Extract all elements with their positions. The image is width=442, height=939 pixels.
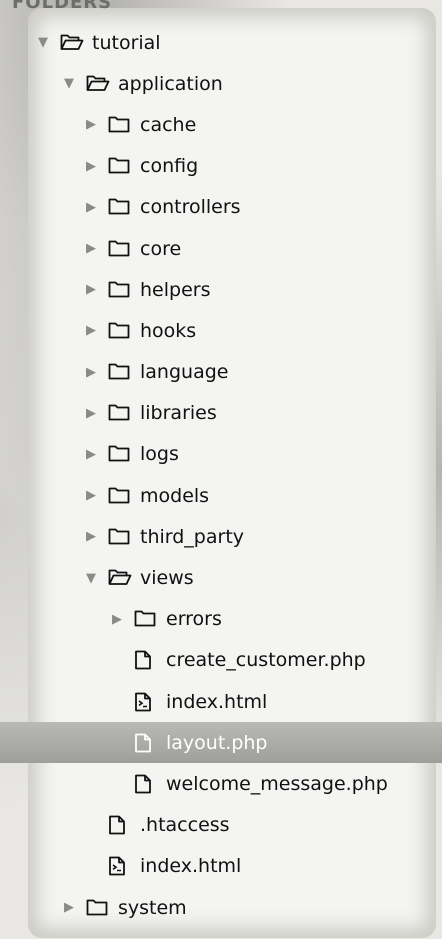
tree-item-label: config: [140, 155, 199, 178]
disclosure-collapsed-icon[interactable]: ▶: [84, 406, 98, 421]
tree-item-label: models: [140, 484, 210, 507]
tree-item-label: index.html: [166, 690, 268, 713]
tree-item-label: cache: [140, 113, 197, 136]
folder-icon: [108, 321, 130, 341]
tree-item-application[interactable]: ▼ application: [0, 63, 442, 104]
disclosure-collapsed-icon[interactable]: ▶: [84, 447, 98, 462]
disclosure-collapsed-icon[interactable]: ▶: [110, 612, 124, 627]
disclosure-collapsed-icon[interactable]: ▶: [84, 241, 98, 256]
tree-item-tutorial[interactable]: ▼ tutorial: [0, 22, 442, 63]
tree-item-index-html[interactable]: index.html: [0, 846, 442, 887]
tree-item-label: application: [118, 72, 223, 95]
tree-item-language[interactable]: ▶ language: [0, 352, 442, 393]
folder-icon: [108, 280, 130, 300]
file-icon: [134, 733, 156, 753]
folder-icon: [108, 156, 130, 176]
folder-icon: [134, 609, 156, 629]
tree-item-welcome-message-php[interactable]: welcome_message.php: [0, 763, 442, 804]
folder-icon: [108, 403, 130, 423]
folders-header: FOLDERS: [12, 0, 113, 13]
tree-item-create-customer-php[interactable]: create_customer.php: [0, 640, 442, 681]
folder-icon: [86, 898, 108, 918]
tree-item-system[interactable]: ▶ system: [0, 887, 442, 928]
folder-open-icon: [108, 568, 132, 588]
disclosure-collapsed-icon[interactable]: ▶: [84, 159, 98, 174]
folder-icon: [108, 527, 130, 547]
folder-icon: [108, 115, 130, 135]
file-icon: [134, 650, 156, 670]
folder-open-icon: [60, 33, 84, 53]
tree-item-third-party[interactable]: ▶ third_party: [0, 516, 442, 557]
disclosure-collapsed-icon[interactable]: ▶: [84, 117, 98, 132]
tree-item-config[interactable]: ▶ config: [0, 146, 442, 187]
tree-item-htaccess[interactable]: .htaccess: [0, 805, 442, 846]
tree-item-logs[interactable]: ▶ logs: [0, 434, 442, 475]
folder-icon: [108, 239, 130, 259]
tree-item-hooks[interactable]: ▶ hooks: [0, 310, 442, 351]
folder-open-icon: [86, 74, 110, 94]
tree-item-label: hooks: [140, 319, 197, 342]
tree-item-controllers[interactable]: ▶ controllers: [0, 187, 442, 228]
tree-item-label: helpers: [140, 278, 211, 301]
disclosure-collapsed-icon[interactable]: ▶: [84, 365, 98, 380]
html-file-icon: [134, 692, 156, 712]
tree-item-label: errors: [166, 608, 222, 631]
file-icon: [134, 774, 156, 794]
tree-item-libraries[interactable]: ▶ libraries: [0, 393, 442, 434]
tree-item-core[interactable]: ▶ core: [0, 228, 442, 269]
disclosure-collapsed-icon[interactable]: ▶: [84, 488, 98, 503]
folder-icon: [108, 444, 130, 464]
disclosure-collapsed-icon[interactable]: ▶: [62, 900, 76, 915]
tree-item-views[interactable]: ▼ views: [0, 557, 442, 598]
tree-item-layout-php[interactable]: layout.php: [0, 722, 442, 764]
tree-item-label: logs: [140, 443, 179, 466]
file-icon: [108, 815, 130, 835]
file-tree[interactable]: ▼ tutorial ▼ application ▶ cache ▶ config ▶ contr…: [0, 22, 442, 928]
tree-item-label: language: [140, 361, 229, 384]
tree-item-cache[interactable]: ▶ cache: [0, 104, 442, 145]
tree-item-label: system: [118, 896, 187, 919]
disclosure-expanded-icon[interactable]: ▼: [36, 35, 50, 50]
folder-icon: [108, 197, 130, 217]
tree-item-label: create_customer.php: [166, 649, 366, 672]
tree-item-label: core: [140, 237, 182, 260]
tree-item-label: controllers: [140, 196, 241, 219]
tree-item-models[interactable]: ▶ models: [0, 475, 442, 516]
disclosure-collapsed-icon[interactable]: ▶: [84, 200, 98, 215]
disclosure-collapsed-icon[interactable]: ▶: [84, 323, 98, 338]
disclosure-collapsed-icon[interactable]: ▶: [84, 529, 98, 544]
tree-item-index-html[interactable]: index.html: [0, 681, 442, 722]
tree-item-label: tutorial: [92, 31, 161, 54]
folder-icon: [108, 362, 130, 382]
tree-item-label: layout.php: [166, 731, 268, 754]
tree-item-label: index.html: [140, 855, 242, 878]
tree-item-label: .htaccess: [140, 814, 230, 837]
tree-item-label: third_party: [140, 525, 245, 548]
disclosure-expanded-icon[interactable]: ▼: [62, 76, 76, 91]
disclosure-expanded-icon[interactable]: ▼: [84, 571, 98, 586]
disclosure-collapsed-icon[interactable]: ▶: [84, 282, 98, 297]
tree-item-helpers[interactable]: ▶ helpers: [0, 269, 442, 310]
html-file-icon: [108, 856, 130, 876]
tree-item-label: welcome_message.php: [166, 772, 388, 795]
tree-item-errors[interactable]: ▶ errors: [0, 599, 442, 640]
tree-item-label: views: [140, 567, 194, 590]
tree-item-label: libraries: [140, 402, 217, 425]
folder-icon: [108, 486, 130, 506]
